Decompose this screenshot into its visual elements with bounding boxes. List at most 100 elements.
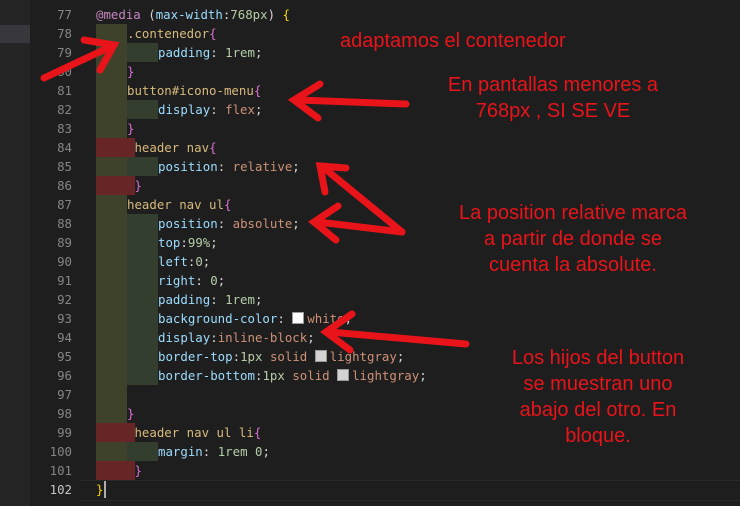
code-line[interactable]: top:99%; [158, 233, 218, 252]
code-token: 1rem [225, 45, 255, 60]
code-token: 1px [240, 349, 263, 364]
code-token: 1rem [225, 292, 255, 307]
code-token: } [127, 178, 142, 193]
code-line[interactable]: padding: 1rem; [158, 290, 262, 309]
indent-guide [127, 43, 158, 62]
code-line[interactable]: position: absolute; [158, 214, 300, 233]
code-token: : [210, 292, 226, 307]
code-line[interactable]: header nav ul li{ [127, 423, 261, 442]
code-token: 0 [210, 273, 218, 288]
code-line[interactable]: header nav ul{ [127, 195, 231, 214]
code-token: padding [158, 292, 211, 307]
indent-guide [96, 62, 127, 81]
line-number: 97 [57, 387, 72, 402]
line-number: 91 [57, 273, 72, 288]
code-line[interactable]: button#icono-menu{ [127, 81, 261, 100]
code-token: header nav ul li [127, 425, 254, 440]
code-line[interactable]: } [127, 461, 142, 480]
code-line[interactable]: } [127, 404, 134, 423]
color-swatch[interactable] [292, 312, 305, 324]
code-token: { [223, 197, 232, 212]
line-number: 101 [49, 463, 72, 478]
indent-guide [96, 442, 127, 461]
code-token: position [158, 159, 218, 174]
code-token: { [282, 7, 290, 22]
code-token: : [195, 273, 211, 288]
line-number: 89 [57, 235, 72, 250]
code-line[interactable]: display: flex; [158, 100, 262, 119]
indent-guide [96, 100, 127, 119]
code-line[interactable]: } [127, 62, 134, 81]
code-editor[interactable]: 77 78 79 80 81 82 83 84 85 86 87 88 89 90 91 92 93 94 95 96… [0, 0, 740, 506]
line-number: 95 [57, 349, 72, 364]
code-token: : [210, 330, 218, 345]
code-token: right [158, 273, 196, 288]
code-line[interactable]: border-bottom:1px solid lightgray; [158, 366, 427, 385]
code-token: { [209, 140, 217, 155]
code-token: } [127, 406, 135, 421]
line-number: 84 [57, 140, 72, 155]
color-swatch[interactable] [314, 350, 327, 362]
code-token: solid [292, 368, 330, 383]
line-number: 79 [57, 45, 72, 60]
annotation-hijos: Los hijos del button se muestran uno aba… [486, 345, 710, 449]
code-token: ; [396, 349, 405, 364]
line-number: 83 [57, 121, 72, 136]
code-token: solid [269, 349, 308, 364]
code-token: position [158, 216, 218, 231]
code-line[interactable]: } [127, 119, 134, 138]
code-token: : [217, 216, 233, 231]
line-number: 81 [57, 83, 72, 98]
code-token: ; [419, 368, 427, 383]
code-token: ; [254, 292, 263, 307]
annotation-text: En pantallas menores a [447, 74, 659, 96]
line-number: 92 [57, 292, 72, 307]
code-line[interactable]: right: 0; [158, 271, 225, 290]
code-token: ; [210, 235, 218, 250]
code-token: @media [96, 7, 141, 22]
code-token: } [127, 463, 142, 478]
code-line[interactable]: .contenedor{ [127, 24, 217, 43]
text-caret [104, 481, 106, 498]
code-token: 0 [195, 254, 203, 269]
code-token: button#icono-menu [127, 83, 254, 98]
code-line[interactable]: margin: 1rem 0; [158, 442, 270, 461]
code-line[interactable]: @media (max-width:768px) { [96, 5, 290, 24]
code-line[interactable]: header nav{ [127, 138, 217, 157]
code-token: ; [217, 273, 226, 288]
code-line[interactable]: } [96, 480, 103, 499]
annotation-text: bloque. [565, 425, 631, 447]
code-token: border-bottom [158, 368, 255, 383]
annotation-text: cuenta la absolute. [489, 254, 657, 276]
indent-guide [127, 347, 158, 366]
code-token: absolute [232, 216, 293, 231]
indent-guide [96, 214, 127, 233]
code-token: 768px [230, 7, 268, 22]
code-token: margin [158, 444, 203, 459]
code-line[interactable]: } [127, 176, 142, 195]
code-line[interactable]: background-color: white; [158, 309, 352, 328]
indent-guide [96, 24, 127, 43]
indent-guide [96, 404, 127, 423]
line-number: 94 [57, 330, 72, 345]
code-token: background-color [158, 311, 278, 326]
code-token: ; [262, 444, 270, 459]
code-token: ; [292, 216, 300, 231]
color-swatch[interactable] [337, 369, 350, 381]
code-token: top [158, 235, 181, 250]
code-line[interactable]: border-top:1px solid lightgray; [158, 347, 404, 366]
indent-guide [127, 214, 158, 233]
code-line[interactable]: padding: 1rem; [158, 43, 262, 62]
side-panel-strip [0, 0, 30, 506]
code-token: header nav ul [127, 197, 224, 212]
indent-guide [96, 309, 127, 328]
code-line[interactable]: left:0; [158, 252, 210, 271]
line-number: 98 [57, 406, 72, 421]
code-token: : [217, 159, 233, 174]
code-line[interactable]: position: relative; [158, 157, 300, 176]
code-token: ; [254, 45, 263, 60]
code-line[interactable]: display:inline-block; [158, 328, 315, 347]
indent-guide [127, 309, 158, 328]
